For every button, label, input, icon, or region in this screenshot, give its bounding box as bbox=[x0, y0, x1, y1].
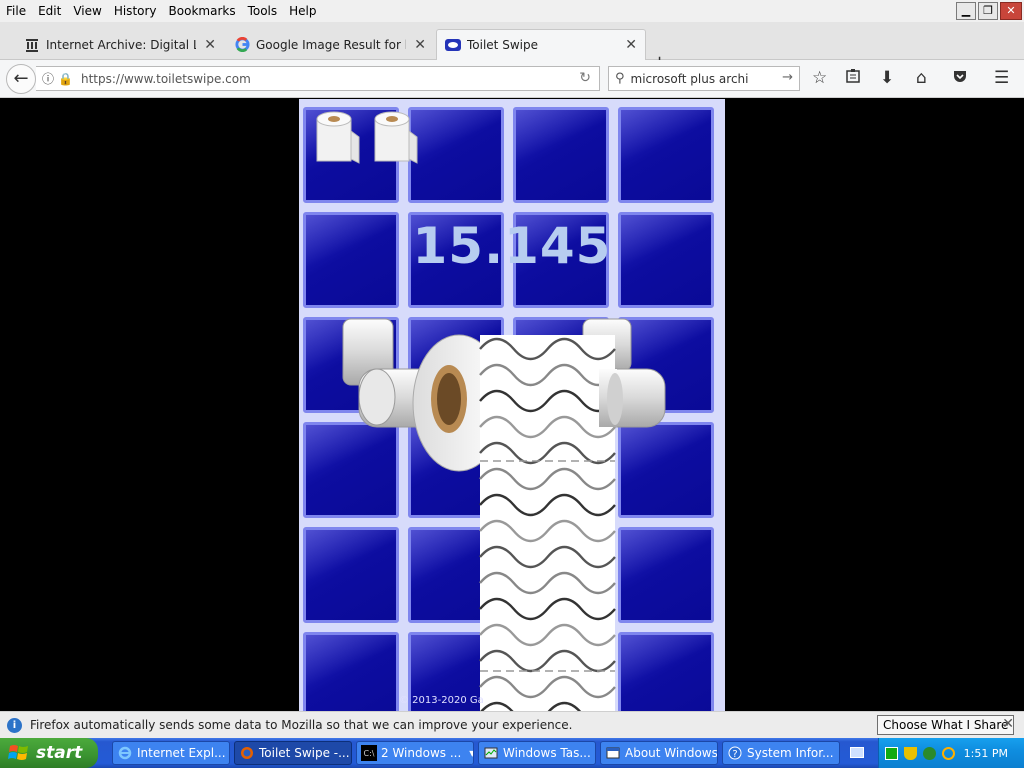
notification-message: Firefox automatically sends some data to… bbox=[30, 718, 573, 732]
update-icon[interactable] bbox=[923, 746, 936, 760]
sysinfo-icon: ? bbox=[727, 745, 743, 761]
menu-bar: File Edit View History Bookmarks Tools H… bbox=[0, 0, 1024, 22]
taskmgr-icon bbox=[483, 745, 499, 761]
menu-help[interactable]: Help bbox=[283, 0, 322, 22]
close-window-button[interactable]: ✕ bbox=[1000, 2, 1022, 20]
start-label: start bbox=[36, 743, 83, 763]
search-go-icon[interactable]: → bbox=[782, 70, 793, 85]
google-icon bbox=[234, 37, 250, 53]
tab-google-image[interactable]: Google Image Result for http... ✕ bbox=[226, 29, 434, 60]
close-tab-icon[interactable]: ✕ bbox=[414, 37, 426, 53]
toilet-paper-roll[interactable] bbox=[299, 99, 725, 711]
download-icon[interactable]: ⬇ bbox=[880, 68, 894, 88]
close-tab-icon[interactable]: ✕ bbox=[204, 37, 216, 53]
clock: 1:51 PM bbox=[963, 746, 1008, 760]
taskbar-button-windows-group[interactable]: C:\ 2 Windows ... ▾ bbox=[356, 741, 474, 765]
firefox-icon bbox=[239, 745, 255, 761]
network-icon[interactable] bbox=[885, 746, 898, 760]
minimize-button[interactable]: ▁ bbox=[956, 2, 976, 20]
tab-title: Google Image Result for http... bbox=[256, 37, 406, 52]
taskbar-button-system-information[interactable]: ? System Infor... bbox=[722, 741, 840, 765]
close-notification-icon[interactable]: ✕ bbox=[1002, 716, 1014, 732]
task-label: System Infor... bbox=[747, 746, 834, 760]
info-icon[interactable]: ⓘ bbox=[42, 70, 54, 87]
keyboard-icon[interactable] bbox=[850, 747, 864, 758]
notification-bar: i Firefox automatically sends some data … bbox=[0, 711, 1024, 738]
lock-icon: 🔒 bbox=[58, 71, 73, 86]
menu-bookmarks[interactable]: Bookmarks bbox=[163, 0, 242, 22]
svg-text:?: ? bbox=[732, 749, 737, 760]
tab-bar: Internet Archive: Digital Libra... ✕ Goo… bbox=[0, 22, 1024, 73]
taskbar: start Internet Expl... Toilet Swipe -...… bbox=[0, 738, 1024, 768]
tab-title: Internet Archive: Digital Libra... bbox=[46, 37, 196, 52]
restore-button[interactable]: ❐ bbox=[978, 2, 998, 20]
menu-view[interactable]: View bbox=[67, 0, 107, 22]
taskbar-button-task-manager[interactable]: Windows Tas... bbox=[478, 741, 596, 765]
menu-file[interactable]: File bbox=[0, 0, 32, 22]
copyright-text: © 2013-2020 Ga bbox=[399, 695, 484, 706]
system-tray: 1:51 PM bbox=[878, 738, 1024, 768]
tab-toilet-swipe[interactable]: Toilet Swipe ✕ bbox=[436, 29, 646, 60]
url-bar[interactable]: ⓘ 🔒 https://www.toiletswipe.com ↻ bbox=[36, 66, 600, 91]
group-dropdown-icon: ▾ bbox=[469, 746, 473, 760]
windows-flag-icon bbox=[8, 745, 28, 760]
tab-title: Toilet Swipe bbox=[467, 38, 538, 52]
reload-icon[interactable]: ↻ bbox=[579, 70, 591, 86]
info-icon: i bbox=[7, 717, 22, 733]
game-canvas[interactable]: 15.145 © 2013-2020 Ga bbox=[299, 99, 725, 711]
task-label: Windows Tas... bbox=[503, 746, 591, 760]
home-icon[interactable]: ⌂ bbox=[916, 68, 927, 88]
taskbar-button-internet-explorer[interactable]: Internet Expl... bbox=[112, 741, 230, 765]
search-icon: ⚲ bbox=[615, 71, 625, 86]
back-button[interactable]: ← bbox=[6, 64, 36, 94]
search-bar[interactable]: ⚲ microsoft plus archi → bbox=[608, 66, 800, 91]
search-tray-icon[interactable] bbox=[942, 746, 955, 760]
tab-internet-archive[interactable]: Internet Archive: Digital Libra... ✕ bbox=[16, 29, 224, 60]
taskbar-button-toilet-swipe[interactable]: Toilet Swipe -... bbox=[234, 741, 352, 765]
window-icon bbox=[605, 745, 621, 761]
hamburger-menu-icon[interactable]: ☰ bbox=[994, 68, 1009, 88]
start-button[interactable]: start bbox=[0, 738, 98, 768]
search-query[interactable]: microsoft plus archi bbox=[631, 72, 749, 86]
task-label: About Windows bbox=[625, 746, 718, 760]
choose-what-i-share-button[interactable]: Choose What I Share bbox=[877, 715, 1015, 735]
close-tab-icon[interactable]: ✕ bbox=[625, 37, 637, 53]
pocket-icon[interactable] bbox=[952, 68, 968, 89]
url-text[interactable]: https://www.toiletswipe.com bbox=[81, 72, 251, 86]
task-label: Toilet Swipe -... bbox=[259, 746, 350, 760]
page-viewport: 15.145 © 2013-2020 Ga bbox=[0, 99, 1024, 711]
menu-tools[interactable]: Tools bbox=[242, 0, 284, 22]
toilet-swipe-icon bbox=[445, 37, 461, 53]
task-label: 2 Windows ... bbox=[381, 746, 462, 760]
menu-history[interactable]: History bbox=[108, 0, 163, 22]
task-label: Internet Expl... bbox=[137, 746, 226, 760]
taskbar-button-about-windows[interactable]: About Windows bbox=[600, 741, 718, 765]
bookmark-star-icon[interactable]: ☆ bbox=[812, 68, 827, 88]
security-shield-icon[interactable] bbox=[904, 746, 917, 760]
reading-list-icon[interactable] bbox=[845, 68, 861, 89]
ie-icon bbox=[117, 745, 133, 761]
navigation-toolbar: ← ⓘ 🔒 https://www.toiletswipe.com ↻ ⚲ mi… bbox=[0, 60, 1024, 98]
window-controls: ▁ ❐ ✕ bbox=[956, 2, 1022, 20]
archive-icon bbox=[24, 37, 40, 53]
menu-edit[interactable]: Edit bbox=[32, 0, 67, 22]
cmd-icon: C:\ bbox=[361, 745, 377, 761]
